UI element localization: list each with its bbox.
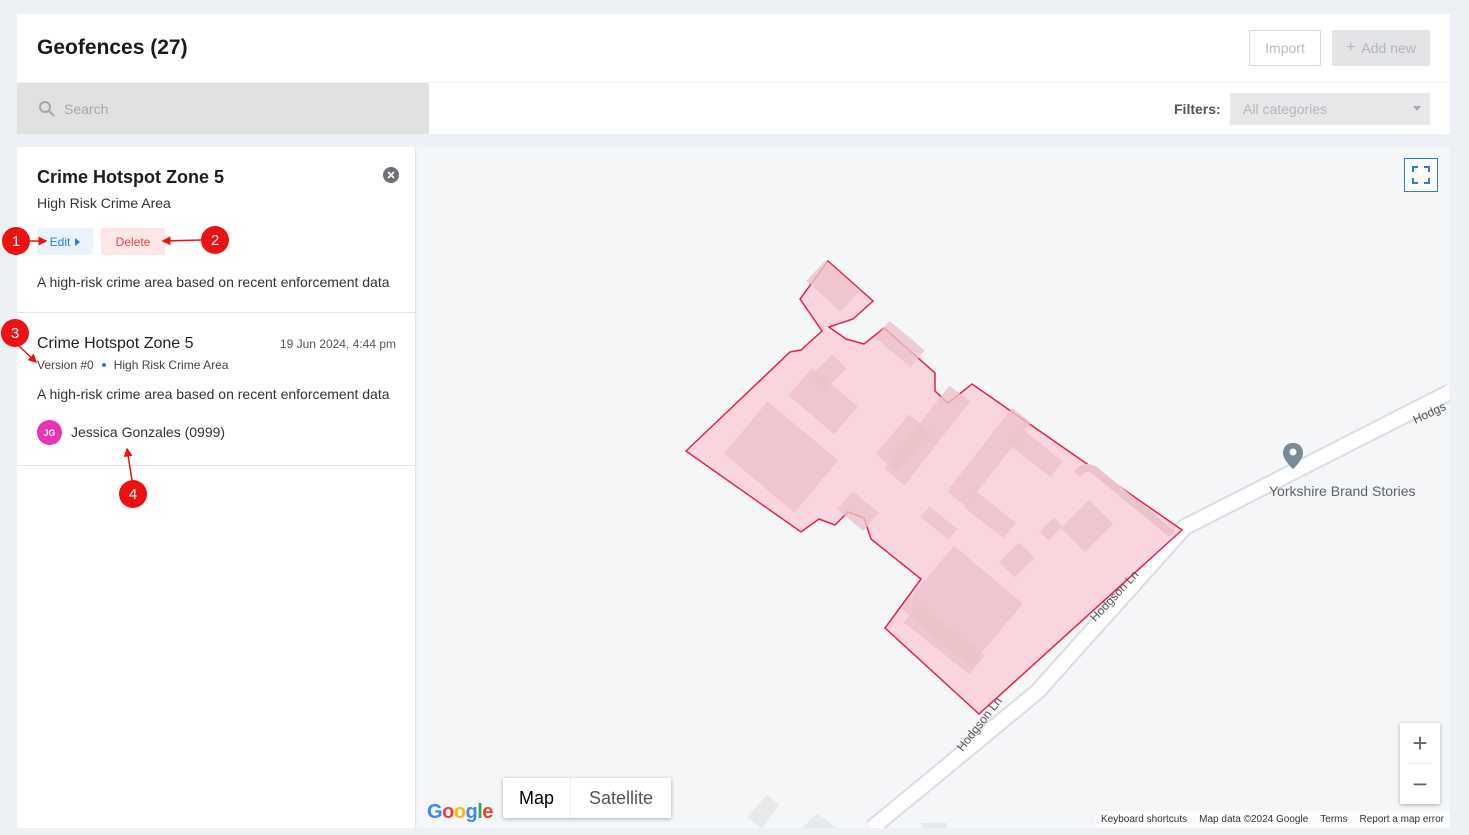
annotation-marker-2: 2: [201, 226, 229, 254]
terms-link[interactable]: Terms: [1320, 814, 1347, 825]
separator-dot: [101, 363, 106, 367]
map-data-text: Map data ©2024 Google: [1199, 814, 1309, 825]
annotation-marker-4: 4: [119, 480, 147, 508]
add-new-button[interactable]: + Add new: [1332, 30, 1430, 66]
poi-label[interactable]: Yorkshire Brand Stories: [1269, 483, 1416, 499]
version-description: A high-risk crime area based on recent e…: [37, 386, 390, 402]
zoom-in-button[interactable]: +: [1400, 723, 1440, 763]
category-filter-value: All categories: [1243, 101, 1328, 117]
geofence-category: High Risk Crime Area: [37, 195, 171, 211]
close-icon[interactable]: [383, 167, 399, 183]
avatar: JG: [37, 420, 62, 445]
map-type-satellite-button[interactable]: Satellite: [571, 778, 671, 818]
keyboard-shortcuts-link[interactable]: Keyboard shortcuts: [1101, 814, 1187, 825]
version-date: 19 Jun 2024, 4:44 pm: [279, 337, 396, 351]
zoom-control: + −: [1400, 723, 1440, 804]
plus-icon: +: [1346, 39, 1356, 56]
edit-label: Edit: [49, 234, 71, 249]
version-category: High Risk Crime Area: [113, 358, 229, 372]
geofence-title: Crime Hotspot Zone 5: [37, 167, 225, 187]
category-filter-select[interactable]: All categories: [1230, 93, 1430, 125]
import-button[interactable]: Import: [1249, 30, 1321, 66]
map-attribution: Keyboard shortcuts Map data ©2024 Google…: [1094, 811, 1450, 828]
version-title: Crime Hotspot Zone 5: [37, 335, 194, 352]
toolbar: Filters: All categories: [17, 83, 1450, 134]
page-title: Geofences (27): [37, 36, 188, 59]
report-error-link[interactable]: Report a map error: [1360, 814, 1444, 825]
search-icon: [39, 101, 55, 117]
add-new-label: Add new: [1361, 40, 1416, 56]
version-number: Version #0: [37, 358, 94, 372]
building-shape: [922, 823, 947, 828]
version-meta: Version #0 High Risk Crime Area: [37, 358, 228, 372]
fullscreen-icon: [1412, 166, 1430, 184]
map-type-control: Map Satellite: [503, 778, 671, 818]
delete-button[interactable]: Delete: [101, 228, 165, 255]
chevron-down-icon: [1413, 106, 1421, 111]
google-logo: Google: [427, 801, 493, 823]
geofence-description: A high-risk crime area based on recent e…: [37, 274, 390, 290]
author-name: Jessica Gonzales (0999): [71, 424, 226, 440]
filters-label: Filters:: [1174, 101, 1221, 117]
edit-button[interactable]: Edit: [37, 228, 93, 255]
search-input[interactable]: [64, 95, 404, 123]
map-view[interactable]: Yorkshire Brand Stories Hodgson Ln Hodgs…: [417, 147, 1450, 828]
page-header: Geofences (27) Import + Add new: [17, 14, 1450, 82]
map-type-map-button[interactable]: Map: [503, 778, 571, 818]
search-box: [17, 83, 429, 134]
caret-right-icon: [75, 237, 81, 246]
zoom-out-button[interactable]: −: [1400, 764, 1440, 804]
building-shape: [802, 813, 837, 828]
fullscreen-button[interactable]: [1404, 158, 1438, 192]
annotation-marker-3: 3: [1, 319, 29, 347]
building-shape: [747, 795, 779, 828]
version-list-item[interactable]: Crime Hotspot Zone 5 19 Jun 2024, 4:44 p…: [17, 314, 416, 466]
annotation-marker-1: 1: [2, 227, 30, 255]
